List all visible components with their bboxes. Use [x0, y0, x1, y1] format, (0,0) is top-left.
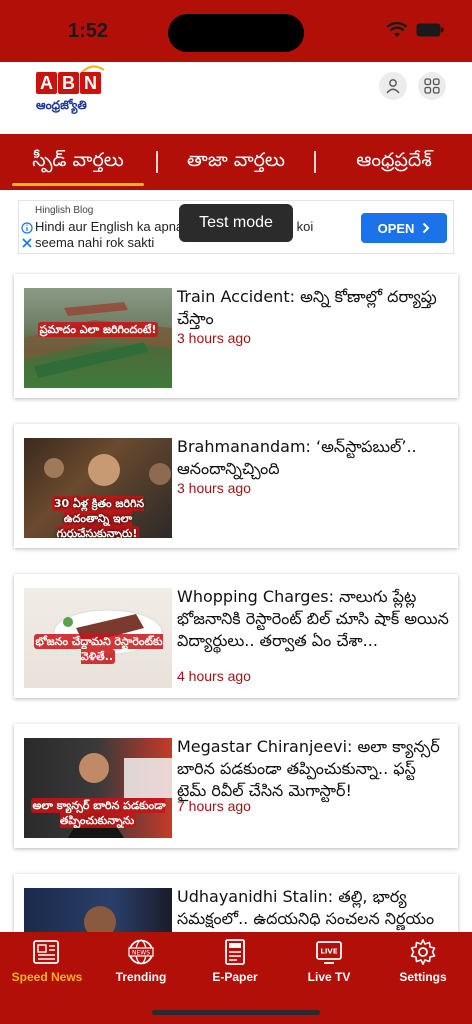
thumbnail-caption: ప్రమాదం ఎలా జరిగిందంటే!: [37, 322, 159, 337]
logo-letters: A B N: [36, 72, 101, 94]
status-time: 1:52: [68, 20, 109, 42]
category-tabs: స్పీడ్ వార్తలు తాజా వార్తలు ఆంధ్రప్రదేశ్: [0, 134, 472, 190]
globe-news-icon: NEWS: [128, 939, 154, 965]
news-card[interactable]: Udhayanidhi Stalin: తల్లి, భార్య సమక్షంల…: [14, 874, 458, 932]
wifi-icon: [386, 22, 408, 37]
news-thumbnail: భోజనం చేద్దామని రెస్టారెంట్‌కు వెళితే..: [24, 588, 172, 688]
nav-settings[interactable]: Settings: [376, 932, 470, 998]
logo-letter: B: [58, 72, 79, 94]
svg-text:LIVE: LIVE: [320, 948, 337, 956]
news-thumbnail: అలా క్యాన్సర్ బారిన పడకుండా తప్పించుకున్…: [24, 738, 172, 838]
ad-choices-icon[interactable]: [21, 221, 33, 251]
tab-speed-news[interactable]: స్పీడ్ వార్తలు: [0, 134, 156, 190]
abn-logo[interactable]: A B N ఆంధ్రజ్యోతి: [36, 65, 106, 120]
news-card[interactable]: 30 ఏళ్ల క్రితం జరిగిన ఉదంతాన్ని ఇలా గుర్…: [14, 424, 458, 548]
nav-label: E-Paper: [212, 970, 258, 984]
app-header: A B N ఆంధ్రజ్యోతి: [0, 62, 472, 134]
nav-label: Settings: [399, 970, 447, 984]
home-indicator[interactable]: [152, 1010, 320, 1015]
news-timestamp: 3 hours ago: [177, 330, 251, 346]
news-title[interactable]: Brahmanandam: ‘అన్‌స్టాపబుల్’.. ఆనందాన్న…: [177, 436, 449, 480]
nav-live-tv[interactable]: LIVE Live TV: [282, 932, 376, 998]
status-bar: 1:52: [0, 0, 472, 62]
nav-speed-news[interactable]: Speed News: [0, 932, 94, 998]
news-feed[interactable]: ప్రమాదం ఎలా జరిగిందంటే! Train Accident: …: [0, 272, 472, 932]
newspaper-icon: [33, 940, 59, 964]
logo-subtitle: ఆంధ్రజ్యోతి: [36, 98, 87, 112]
news-thumbnail: [24, 888, 172, 932]
news-title[interactable]: Train Accident: అన్ని కోణాల్లో దర్యాప్తు…: [177, 286, 449, 330]
news-timestamp: 4 hours ago: [177, 668, 251, 684]
ad-source: Hinglish Blog: [35, 205, 94, 216]
news-title[interactable]: Whopping Charges: నాలుగు ప్లేట్ల భోజనాని…: [177, 586, 449, 652]
nav-e-paper[interactable]: E-Paper: [188, 932, 282, 998]
test-mode-toast: Test mode: [179, 204, 293, 242]
tab-andhra-pradesh[interactable]: ఆంధ్రప్రదేశ్: [316, 134, 472, 190]
person-photo-graphic: [84, 906, 116, 932]
battery-icon: [416, 23, 444, 37]
thumbnail-caption: అలా క్యాన్సర్ బారిన పడకుండా తప్పించుకున్…: [30, 798, 166, 828]
news-thumbnail: ప్రమాదం ఎలా జరిగిందంటే!: [24, 288, 172, 388]
grid-icon: [424, 78, 440, 94]
news-card[interactable]: ప్రమాదం ఎలా జరిగిందంటే! Train Accident: …: [14, 274, 458, 398]
ad-open-button[interactable]: OPEN: [361, 213, 447, 243]
thumbnail-caption: భోజనం చేద్దామని రెస్టారెంట్‌కు వెళితే..: [33, 634, 163, 664]
nav-trending[interactable]: NEWS Trending: [94, 932, 188, 998]
news-title[interactable]: Udhayanidhi Stalin: తల్లి, భార్య సమక్షంల…: [177, 886, 449, 930]
news-timestamp: 3 hours ago: [177, 480, 251, 496]
train-wreck-graphic: [24, 302, 172, 378]
epaper-icon: [225, 939, 245, 965]
live-tv-icon: LIVE: [316, 941, 342, 964]
tab-latest-news[interactable]: తాజా వార్తలు: [158, 134, 314, 190]
status-icons: [386, 22, 444, 38]
app-screen: 1:52 A B N ఆంధ్రజ్యోతి స్పీడ్ వార్తలు తా…: [0, 0, 472, 1024]
profile-button[interactable]: [379, 72, 407, 100]
news-thumbnail: 30 ఏళ్ల క్రితం జరిగిన ఉదంతాన్ని ఇలా గుర్…: [24, 438, 172, 538]
user-icon: [386, 79, 400, 94]
nav-label: Speed News: [11, 970, 83, 984]
thumbnail-caption: 30 ఏళ్ల క్రితం జరిగిన ఉదంతాన్ని ఇలా గుర్…: [30, 496, 166, 538]
svg-text:NEWS: NEWS: [132, 950, 150, 957]
ad-open-label: OPEN: [377, 220, 415, 236]
logo-letter: N: [80, 72, 101, 94]
dynamic-island: [168, 14, 304, 52]
gear-icon: [410, 939, 436, 965]
news-title[interactable]: Megastar Chiranjeevi: అలా క్యాన్సర్ బారి…: [177, 736, 449, 802]
news-card[interactable]: భోజనం చేద్దామని రెస్టారెంట్‌కు వెళితే.. …: [14, 574, 458, 698]
menu-grid-button[interactable]: [418, 72, 446, 100]
nav-label: Live TV: [307, 970, 351, 984]
news-timestamp: 7 hours ago: [177, 798, 251, 814]
chevron-right-icon: [423, 222, 430, 234]
logo-letter: A: [36, 72, 57, 94]
news-card[interactable]: అలా క్యాన్సర్ బారిన పడకుండా తప్పించుకున్…: [14, 724, 458, 848]
nav-label: Trending: [115, 970, 167, 984]
